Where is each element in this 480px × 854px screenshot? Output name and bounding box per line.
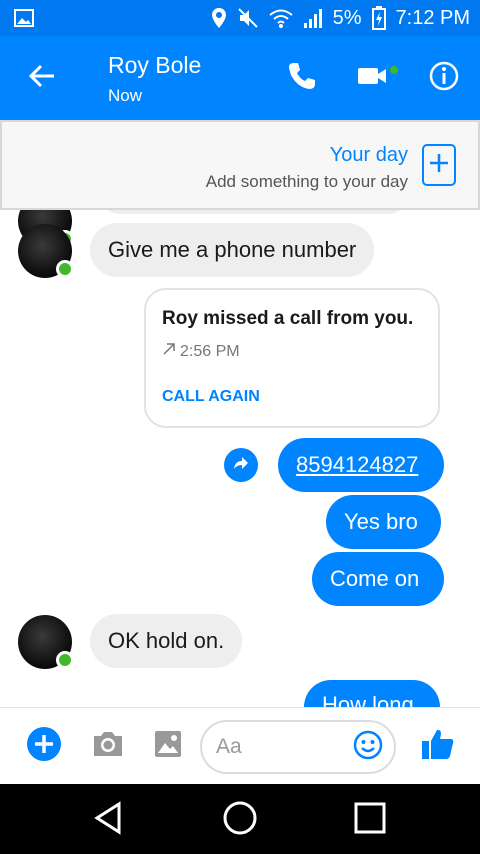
- emoji-icon: [353, 730, 383, 765]
- like-button[interactable]: [418, 726, 458, 766]
- location-icon: [211, 7, 227, 29]
- phone-icon: [287, 61, 317, 96]
- message-list[interactable]: Give me a phone number Roy missed a call…: [0, 210, 480, 707]
- outgoing-phone-link[interactable]: 8594124827: [278, 438, 444, 492]
- nav-home-button[interactable]: [218, 798, 262, 842]
- status-bar: 5% 7:12 PM: [0, 0, 480, 36]
- incoming-message[interactable]: Give me a phone number: [90, 223, 375, 277]
- missed-call-time: 2:56 PM: [162, 342, 240, 361]
- camera-button[interactable]: [90, 728, 126, 764]
- incoming-message[interactable]: OK hold on.: [90, 614, 243, 668]
- conversation-header: Roy Bole Now: [0, 36, 480, 120]
- message-input[interactable]: [216, 732, 346, 762]
- contact-name[interactable]: Roy Bole: [108, 52, 201, 79]
- battery-percent: 5%: [332, 6, 362, 29]
- add-to-day-button[interactable]: [422, 144, 456, 186]
- video-icon: [356, 64, 400, 93]
- forward-button[interactable]: [224, 448, 258, 482]
- nav-recents-button[interactable]: [348, 798, 392, 842]
- mute-icon: [237, 7, 259, 29]
- nav-back-button[interactable]: [86, 798, 130, 842]
- share-arrow-icon: [232, 454, 250, 477]
- battery-charging-icon: [371, 6, 386, 30]
- online-indicator: [56, 651, 74, 669]
- back-arrow-icon: [28, 64, 56, 93]
- missed-call-time-text: 2:56 PM: [180, 342, 240, 360]
- outgoing-message-partial[interactable]: How long: [304, 680, 440, 707]
- camera-icon: [91, 729, 125, 764]
- avatar[interactable]: [18, 615, 74, 669]
- info-icon: [429, 61, 459, 96]
- call-again-button[interactable]: CALL AGAIN: [162, 388, 260, 406]
- outgoing-arrow-icon: [162, 342, 176, 361]
- home-circle-icon: [222, 800, 258, 841]
- gallery-icon: [14, 8, 34, 28]
- back-button[interactable]: [22, 58, 62, 98]
- gallery-button[interactable]: [150, 728, 186, 764]
- outgoing-message[interactable]: Come on: [312, 552, 444, 606]
- more-actions-button[interactable]: [26, 726, 62, 767]
- missed-call-card[interactable]: Roy missed a call from you. 2:56 PM CALL…: [144, 288, 440, 428]
- outgoing-message[interactable]: Yes bro: [326, 495, 441, 549]
- recents-square-icon: [353, 801, 387, 840]
- your-day-title[interactable]: Your day: [330, 144, 408, 167]
- plus-icon: [26, 726, 62, 767]
- thumbs-up-icon: [420, 726, 456, 767]
- message-composer: [0, 707, 480, 784]
- your-day-banner[interactable]: Your day Add something to your day: [0, 120, 480, 210]
- clock: 7:12 PM: [395, 6, 470, 29]
- signal-icon: [303, 7, 323, 29]
- emoji-button[interactable]: [352, 730, 384, 765]
- plus-icon: [428, 152, 450, 179]
- your-day-subtitle: Add something to your day: [205, 172, 408, 191]
- message-bubble-partial: [98, 210, 410, 214]
- avatar[interactable]: [18, 224, 74, 278]
- system-navigation-bar: [0, 784, 480, 854]
- voice-call-button[interactable]: [282, 58, 322, 98]
- image-icon: [153, 729, 183, 764]
- missed-call-title: Roy missed a call from you.: [162, 308, 414, 329]
- back-triangle-icon: [93, 800, 123, 840]
- online-indicator: [56, 260, 74, 278]
- contact-status: Now: [108, 86, 143, 105]
- info-button[interactable]: [424, 58, 464, 98]
- message-input-container[interactable]: [200, 720, 396, 774]
- wifi-icon: [268, 8, 293, 28]
- video-call-button[interactable]: [354, 58, 402, 98]
